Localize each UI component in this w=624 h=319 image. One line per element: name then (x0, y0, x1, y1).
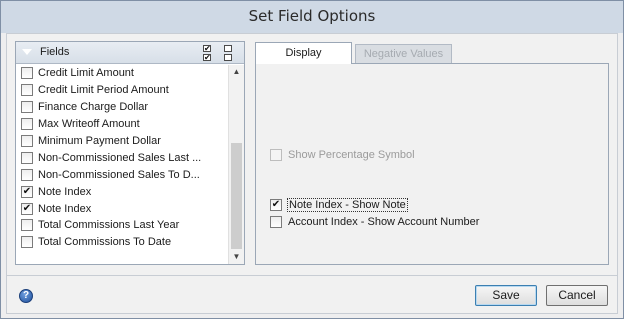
field-list-scrollbar[interactable]: ▲ ▼ (228, 65, 244, 264)
field-list-item[interactable]: Credit Limit Amount (16, 65, 228, 82)
help-icon[interactable]: ? (19, 289, 33, 303)
field-checkbox[interactable]: ✔ (21, 185, 33, 198)
field-label: Credit Limit Period Amount (38, 84, 169, 97)
uncheck-all-icon[interactable] (224, 45, 232, 52)
save-button[interactable]: Save (475, 285, 537, 306)
field-list-item[interactable]: Total Commissions To Date (16, 234, 228, 251)
scroll-down-icon[interactable]: ▼ (229, 250, 244, 264)
field-list-item[interactable]: Total Commissions Last Year (16, 217, 228, 234)
field-checkbox[interactable] (21, 219, 33, 232)
field-label: Total Commissions Last Year (38, 219, 180, 232)
field-label: Finance Charge Dollar (38, 101, 149, 114)
show-percentage-symbol-option: Show Percentage Symbol (270, 149, 415, 161)
cancel-button[interactable]: Cancel (546, 285, 608, 306)
field-label: Minimum Payment Dollar (38, 135, 161, 147)
field-checkbox[interactable]: ✔ (21, 202, 33, 215)
field-checkbox[interactable] (21, 236, 33, 249)
field-list-item[interactable]: Non-Commissioned Sales To D... (16, 166, 228, 183)
note-index-show-note-option[interactable]: ✔ Note Index - Show Note (270, 198, 408, 212)
collapse-triangle-icon[interactable] (22, 49, 32, 55)
dialog-client-area: Fields ✔ ✔ Credit Limit Amount Credit Lim… (6, 33, 618, 314)
field-checkbox[interactable] (21, 67, 33, 80)
field-label: Note Index (38, 202, 92, 215)
note-index-show-note-checkbox[interactable]: ✔ (270, 199, 282, 211)
field-checkbox[interactable] (21, 118, 33, 131)
scroll-up-icon[interactable]: ▲ (229, 65, 244, 79)
fields-panel-header: Fields ✔ ✔ (16, 42, 244, 64)
fields-panel: Fields ✔ ✔ Credit Limit Amount Credit Lim… (15, 41, 245, 265)
check-all-icon-lower: ✔ (203, 53, 211, 62)
field-list: Credit Limit Amount Credit Limit Period A… (16, 65, 228, 264)
note-index-show-note-label[interactable]: Note Index - Show Note (287, 198, 408, 212)
field-list-item[interactable]: Max Writeoff Amount (16, 116, 228, 133)
show-percentage-symbol-label: Show Percentage Symbol (288, 149, 415, 161)
field-label: Non-Commissioned Sales Last ... (38, 151, 202, 164)
field-label: Non-Commissioned Sales To D... (38, 168, 200, 181)
account-index-show-account-number-label[interactable]: Account Index - Show Account Number (288, 216, 479, 228)
account-index-show-account-number-option[interactable]: Account Index - Show Account Number (270, 216, 479, 228)
field-label: Note Index (38, 185, 92, 198)
show-percentage-symbol-checkbox (270, 149, 282, 161)
tab-negative-values[interactable]: Negative Values (355, 44, 452, 63)
account-index-show-account-number-checkbox[interactable] (270, 216, 282, 228)
field-checkbox[interactable] (21, 84, 33, 97)
field-label: Total Commissions To Date (38, 236, 172, 249)
field-list-item[interactable]: Credit Limit Period Amount (16, 82, 228, 99)
scroll-thumb[interactable] (231, 143, 242, 249)
field-list-item[interactable]: ✔ Note Index (16, 200, 228, 217)
field-checkbox[interactable] (21, 135, 33, 147)
window-title: Set Field Options (1, 1, 623, 33)
field-checkbox[interactable] (21, 151, 33, 164)
footer-separator (7, 275, 617, 276)
field-label: Max Writeoff Amount (38, 118, 140, 131)
field-list-item[interactable]: Finance Charge Dollar (16, 99, 228, 116)
uncheck-all-icon-lower (224, 54, 232, 61)
dialog-window: Set Field Options Fields ✔ ✔ Credit Limi… (0, 0, 624, 319)
fields-panel-title: Fields (40, 46, 70, 58)
display-tab-panel: Show Percentage Symbol ✔ Note Index - Sh… (255, 63, 609, 265)
field-checkbox[interactable] (21, 168, 33, 181)
field-list-item[interactable]: Minimum Payment Dollar (16, 133, 228, 150)
check-all-icon[interactable]: ✔ (203, 45, 211, 53)
field-list-item[interactable]: ✔ Note Index (16, 183, 228, 200)
field-list-item[interactable]: Non-Commissioned Sales Last ... (16, 149, 228, 166)
tab-display[interactable]: Display (255, 42, 352, 64)
field-checkbox[interactable] (21, 101, 33, 114)
field-label: Credit Limit Amount (38, 67, 134, 80)
